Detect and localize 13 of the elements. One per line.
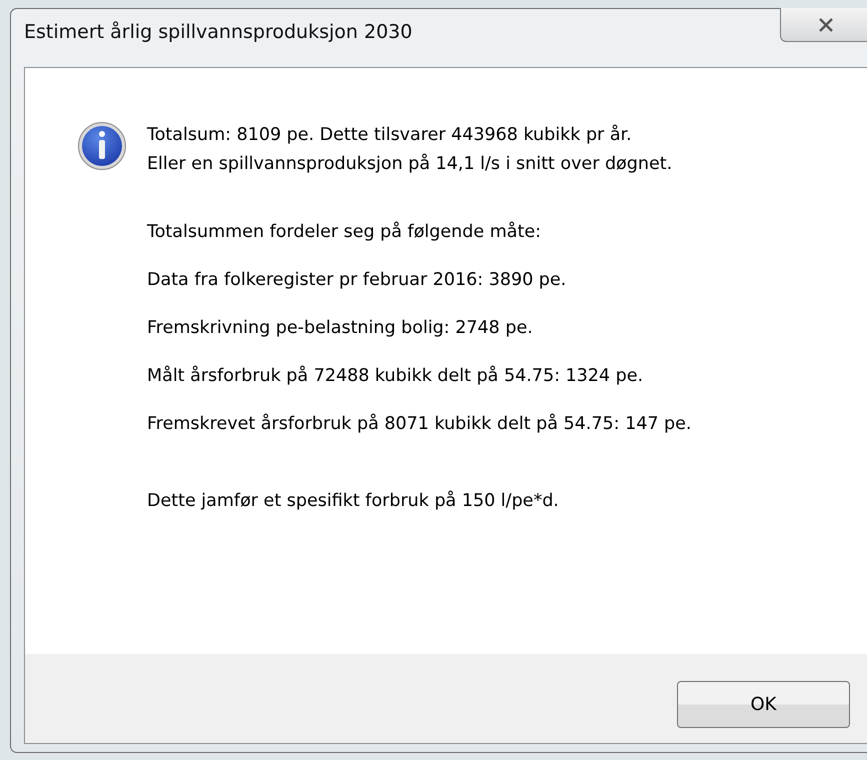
message-text: Dette jamfør et spesifikt forbruk på 150 l/pe*d. bbox=[147, 490, 560, 513]
message-text: Totalsummen fordeler seg på følgende måte: bbox=[147, 220, 542, 244]
close-button[interactable] bbox=[780, 8, 867, 42]
message-text: Totalsum: 8109 pe. Dette tilsvarer 443968 kubikk pr år. bbox=[147, 124, 633, 147]
message-text: Målt årsforbruk på 72488 kubikk delt på 54.75: 1324 pe. bbox=[147, 364, 644, 388]
message-text: Data fra folkeregister pr februar 2016: 3890 pe. bbox=[147, 269, 568, 292]
window-title: Estimert årlig spillvannsproduksjon 2030 bbox=[24, 21, 412, 43]
message-text: Fremskrevet årsforbruk på 8071 kubikk delt på 54.75: 147 pe. bbox=[147, 412, 692, 436]
ok-button[interactable]: OK bbox=[677, 681, 850, 728]
close-icon bbox=[818, 18, 834, 32]
message-text: Eller en spillvannsproduksjon på 14,1 l/s i snitt over døgnet. bbox=[147, 152, 674, 176]
info-icon bbox=[77, 121, 127, 171]
message-text: Fremskrivning pe-belastning bolig: 2748 pe. bbox=[147, 317, 534, 340]
